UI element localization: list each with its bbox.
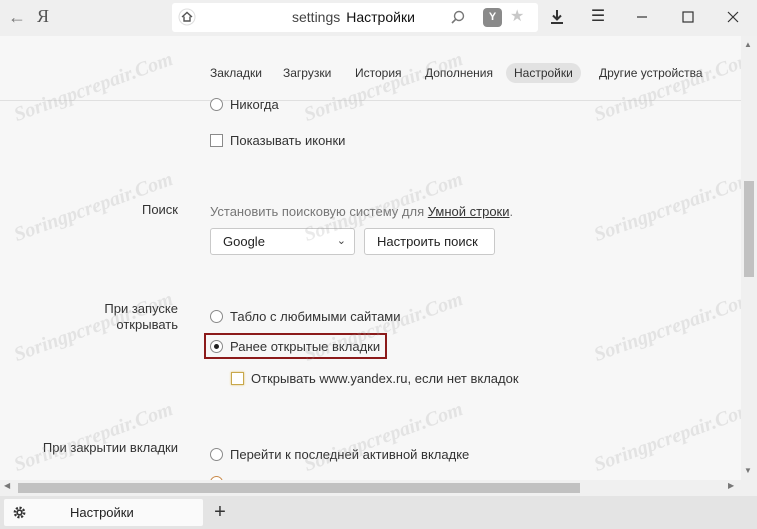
scroll-up-arrow-icon[interactable]: ▲ (744, 40, 752, 49)
checkbox-open-yandex[interactable] (231, 372, 244, 385)
settings-nav: Закладки Загрузки История Дополнения Нас… (0, 60, 741, 86)
nav-settings[interactable]: Настройки (506, 63, 581, 83)
horizontal-scroll-thumb[interactable] (18, 483, 580, 493)
option-never[interactable]: Никогда (210, 97, 279, 112)
search-engine-value: Google (223, 234, 265, 249)
option-tableau[interactable]: Табло с любимыми сайтами (210, 309, 401, 324)
search-hint-suffix: . (509, 204, 514, 219)
gear-icon (13, 506, 26, 519)
new-tab-button[interactable]: + (210, 500, 230, 524)
scroll-down-arrow-icon[interactable]: ▼ (744, 466, 752, 475)
horizontal-scrollbar[interactable]: ◀ ▶ (0, 480, 741, 496)
configure-search-button[interactable]: Настроить поиск (364, 228, 495, 255)
startup-label-line2: открывать (116, 317, 178, 332)
option-open-yandex[interactable]: Открывать www.yandex.ru, если нет вкладо… (231, 371, 519, 386)
option-tableau-label: Табло с любимыми сайтами (230, 309, 401, 324)
scroll-left-arrow-icon[interactable]: ◀ (4, 481, 10, 490)
address-text[interactable]: settings Настройки (292, 9, 415, 25)
nav-history[interactable]: История (355, 63, 402, 83)
radio-tableau[interactable] (210, 310, 223, 323)
address-host: settings (292, 9, 341, 25)
tab-title: Настройки (70, 505, 134, 520)
option-open-yandex-label: Открывать www.yandex.ru, если нет вкладо… (251, 371, 519, 386)
vertical-scrollbar[interactable]: ▲ ▼ (741, 36, 757, 480)
downloads-icon[interactable] (534, 0, 580, 34)
maximize-icon[interactable] (665, 0, 711, 34)
settings-page: Закладки Загрузки История Дополнения Нас… (0, 36, 741, 480)
search-engine-select[interactable]: Google ⌄ (210, 228, 355, 255)
nav-bookmarks[interactable]: Закладки (210, 63, 262, 83)
show-icons-label: Показывать иконки (230, 133, 346, 148)
startup-section-label: При запуске открывать (28, 301, 178, 333)
watermark: Soringpcrepair.Com (591, 398, 741, 476)
option-last-active-tab[interactable]: Перейти к последней активной вкладке (210, 447, 469, 462)
chevron-down-icon: ⌄ (336, 235, 346, 247)
browser-titlebar: ← Я settings Настройки Y ★ ☰ (0, 0, 757, 36)
nav-other-devices[interactable]: Другие устройства (599, 63, 703, 83)
minimize-icon[interactable] (619, 0, 665, 34)
search-hint-prefix: Установить поисковую систему для (210, 204, 428, 219)
home-icon[interactable] (178, 8, 196, 26)
radio-last-active-tab[interactable] (210, 448, 223, 461)
close-icon[interactable] (710, 0, 756, 34)
startup-label-line1: При запуске (104, 301, 178, 316)
option-never-label: Никогда (230, 97, 279, 112)
menu-icon[interactable]: ☰ (575, 0, 621, 34)
option-previous-tabs-label: Ранее открытые вкладки (230, 339, 381, 354)
watermark: Soringpcrepair.Com (11, 398, 176, 476)
option-show-icons[interactable]: Показывать иконки (210, 133, 345, 148)
nav-divider (0, 100, 741, 101)
back-arrow-icon[interactable]: ← (6, 6, 28, 28)
option-last-active-tab-label: Перейти к последней активной вкладке (230, 447, 470, 462)
tab-settings[interactable]: Настройки (4, 499, 203, 526)
watermark: Soringpcrepair.Com (591, 168, 741, 246)
search-hint: Установить поисковую систему для Умной с… (210, 204, 513, 219)
tab-strip: Настройки + (0, 496, 757, 529)
watermark: Soringpcrepair.Com (591, 288, 741, 366)
checkbox-show-icons[interactable] (210, 134, 223, 147)
scroll-right-arrow-icon[interactable]: ▶ (728, 481, 734, 490)
bookmark-star-icon[interactable]: ★ (510, 6, 524, 26)
protect-icon[interactable]: Y (483, 8, 502, 27)
radio-never[interactable] (210, 98, 223, 111)
tab-close-section-label: При закрытии вкладки (42, 440, 178, 455)
address-page-title: Настройки (346, 9, 415, 25)
vertical-scroll-thumb[interactable] (744, 181, 754, 277)
radio-previous-tabs[interactable] (210, 340, 223, 353)
nav-downloads[interactable]: Загрузки (283, 63, 331, 83)
search-section-label: Поиск (141, 202, 178, 217)
yandex-logo[interactable]: Я (37, 6, 49, 27)
watermark: Soringpcrepair.Com (301, 398, 466, 476)
nav-extensions[interactable]: Дополнения (425, 63, 493, 83)
search-icon[interactable] (450, 9, 466, 25)
address-bar[interactable]: settings Настройки Y ★ (172, 3, 538, 32)
option-previous-tabs[interactable]: Ранее открытые вкладки (210, 339, 380, 354)
smart-line-link[interactable]: Умной строки (428, 204, 510, 219)
